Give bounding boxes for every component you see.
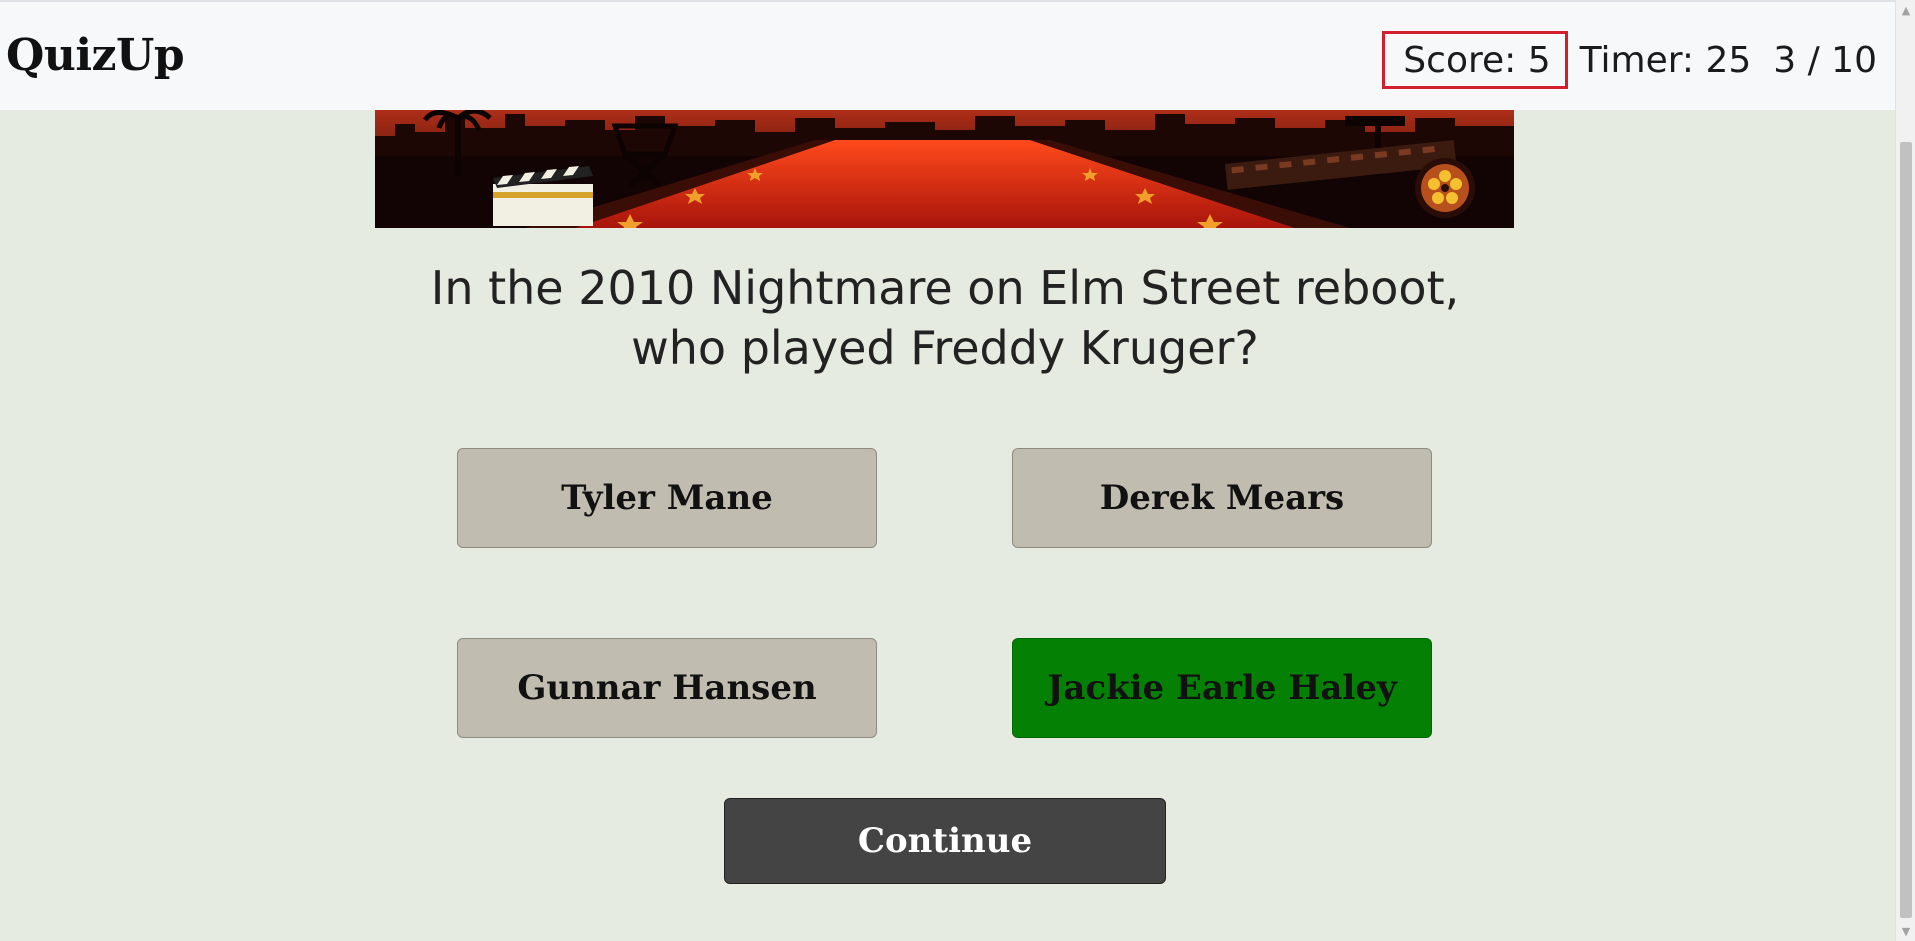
top-navbar: QuizUp Score: 5 Timer: 25 3 / 10 xyxy=(0,0,1895,110)
quiz-stats: Score: 5 Timer: 25 3 / 10 xyxy=(1382,31,1877,89)
question-line-1: In the 2010 Nightmare on Elm Street rebo… xyxy=(430,261,1460,315)
scroll-up-arrow-icon[interactable]: ▲ xyxy=(1896,0,1915,20)
brand-logo[interactable]: QuizUp xyxy=(6,30,185,81)
category-banner-image xyxy=(375,106,1514,228)
red-carpet-banner-icon xyxy=(375,106,1514,228)
score-display: Score: 5 xyxy=(1382,31,1568,89)
question-progress: 3 / 10 xyxy=(1773,39,1877,81)
answer-option-4-correct[interactable]: Jackie Earle Haley xyxy=(1012,638,1432,738)
answer-option-3[interactable]: Gunnar Hansen xyxy=(457,638,877,738)
question-text: In the 2010 Nightmare on Elm Street rebo… xyxy=(380,258,1510,378)
scrollbar-thumb[interactable] xyxy=(1900,142,1912,918)
question-line-2: who played Freddy Kruger? xyxy=(631,321,1259,375)
scroll-down-arrow-icon[interactable]: ▼ xyxy=(1896,921,1915,941)
timer-display: Timer: 25 xyxy=(1579,39,1752,81)
continue-button[interactable]: Continue xyxy=(724,798,1166,884)
score-text: Score: 5 xyxy=(1403,39,1551,81)
page-scrollbar[interactable]: ▲ ▼ xyxy=(1895,0,1915,941)
answer-option-1[interactable]: Tyler Mane xyxy=(457,448,877,548)
answer-option-2[interactable]: Derek Mears xyxy=(1012,448,1432,548)
